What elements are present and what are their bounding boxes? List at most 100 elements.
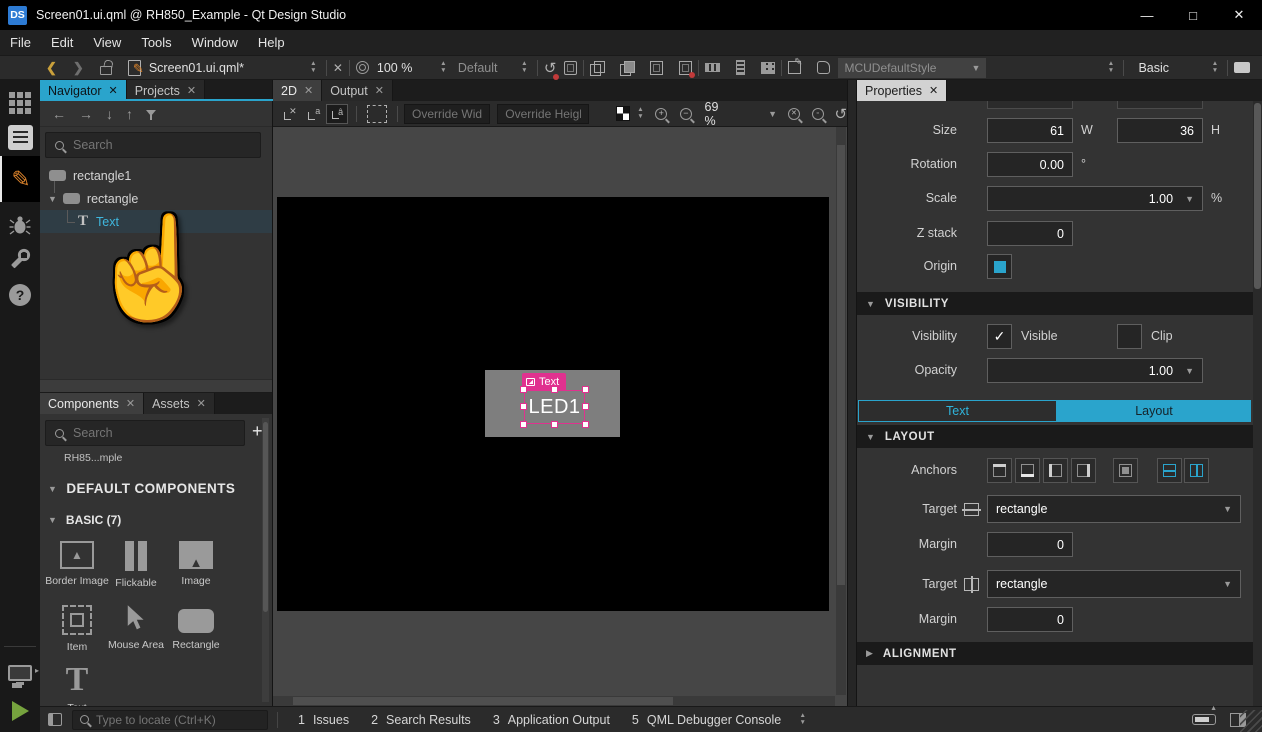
scrollbar-thumb[interactable] xyxy=(263,422,268,612)
mode-design-button-active[interactable]: ✎ xyxy=(0,156,40,202)
menu-file[interactable]: File xyxy=(0,30,41,56)
expander-down-icon[interactable]: ▼ xyxy=(48,194,57,204)
canvas-color-button[interactable] xyxy=(616,106,630,121)
zoom-selection-icon[interactable]: ▫ xyxy=(812,108,824,120)
resize-handle-sw[interactable] xyxy=(520,421,527,428)
tab-assets[interactable]: Assets ✕ xyxy=(144,393,215,414)
canvas-horizontal-scrollbar[interactable] xyxy=(273,696,835,706)
add-module-button[interactable]: + xyxy=(252,421,263,442)
close-tab-icon[interactable]: ✕ xyxy=(109,84,118,97)
style-combo[interactable]: MCUDefaultStyle ▼ xyxy=(838,58,986,78)
components-search[interactable] xyxy=(45,420,245,446)
menu-edit[interactable]: Edit xyxy=(41,30,83,56)
reset-view-icon[interactable]: ↺ xyxy=(834,105,847,123)
zoom-dropdown-caret-icon[interactable]: ▼ xyxy=(768,109,777,119)
anchor-bottom-button[interactable] xyxy=(1015,458,1040,483)
mode-edit-button[interactable] xyxy=(0,120,40,154)
section-default-components[interactable]: ▼ DEFAULT COMPONENTS xyxy=(40,481,272,496)
tab-projects[interactable]: Projects ✕ xyxy=(127,80,205,101)
opacity-field[interactable]: 1.00 ▼ xyxy=(987,358,1203,383)
close-tab-icon[interactable]: ✕ xyxy=(304,84,313,97)
close-tab-icon[interactable]: ✕ xyxy=(375,84,384,97)
visibility-section-header[interactable]: ▼ VISIBILITY xyxy=(857,292,1262,315)
artboard-rectangle1[interactable]: Text LED1 xyxy=(277,197,829,611)
close-tab-icon[interactable]: ✕ xyxy=(126,397,135,410)
tab-properties[interactable]: Properties ✕ xyxy=(857,80,947,101)
mode-help-button[interactable]: ? xyxy=(0,278,40,312)
anchor-right-button[interactable] xyxy=(1071,458,1096,483)
size-height-field[interactable]: 36 xyxy=(1117,118,1203,143)
canvas-zoom-value[interactable]: 69 % xyxy=(705,100,731,128)
resize-handle-w[interactable] xyxy=(520,403,527,410)
component-mouse-area[interactable]: Mouse Area xyxy=(106,605,166,651)
pane-application-output[interactable]: 3 Application Output xyxy=(482,707,621,732)
outline-icon[interactable] xyxy=(650,61,663,75)
override-width-input[interactable] xyxy=(404,104,490,124)
resize-handle-n[interactable] xyxy=(551,386,558,393)
preview-zoom-value[interactable]: 100 % xyxy=(377,61,421,75)
zoom-in-icon[interactable]: + xyxy=(655,108,667,120)
snapping-button-active[interactable]: â xyxy=(326,104,348,124)
scale-field[interactable]: 1.00 ▼ xyxy=(987,186,1203,211)
close-button[interactable]: ✕ xyxy=(1216,0,1262,30)
anchor-vertical-center-button-active[interactable] xyxy=(1157,458,1182,483)
section-basic[interactable]: ▼ BASIC (7) xyxy=(40,513,272,527)
zoom-out-icon[interactable]: − xyxy=(680,108,692,120)
margin2-field[interactable]: 0 xyxy=(987,607,1073,632)
theme-stepper-icon[interactable]: ▲▼ xyxy=(1208,60,1221,76)
mode-debug-button[interactable] xyxy=(0,208,40,242)
resize-handle-ne[interactable] xyxy=(582,386,589,393)
navigator-search[interactable] xyxy=(45,132,261,158)
close-document-icon[interactable]: ✕ xyxy=(333,61,343,75)
tab-navigator[interactable]: Navigator ✕ xyxy=(40,80,127,101)
mode-projects-button[interactable] xyxy=(0,242,40,276)
design-canvas[interactable]: Text LED1 xyxy=(273,127,847,706)
current-document[interactable]: Screen01.ui.qml* xyxy=(149,61,307,75)
edit-document-icon[interactable]: ✎ xyxy=(128,60,141,76)
distribute-horizontal-icon[interactable] xyxy=(705,63,720,72)
tab-components[interactable]: Components ✕ xyxy=(40,393,144,414)
anchor-top-button[interactable] xyxy=(987,458,1012,483)
components-search-input[interactable] xyxy=(73,426,235,440)
panes-stepper-icon[interactable]: ▲▼ xyxy=(796,712,809,728)
subtab-layout-active[interactable]: Layout xyxy=(1057,400,1251,422)
layout-section-header[interactable]: ▼ LAYOUT xyxy=(857,425,1262,448)
component-item[interactable]: Item xyxy=(47,605,107,653)
zoom-all-icon[interactable]: ✕ xyxy=(788,108,800,120)
scrollbar-thumb[interactable] xyxy=(293,697,673,705)
selection-bounds[interactable]: LED1 xyxy=(524,390,585,424)
export-frame-icon[interactable] xyxy=(564,61,577,75)
menu-view[interactable]: View xyxy=(83,30,131,56)
pane-qml-debugger-console[interactable]: 5 QML Debugger Console xyxy=(621,707,792,732)
component-rectangle[interactable]: Rectangle xyxy=(166,605,226,651)
menu-help[interactable]: Help xyxy=(248,30,295,56)
component-border-image[interactable]: Border Image xyxy=(47,541,107,587)
navigator-search-input[interactable] xyxy=(73,138,251,152)
resize-handle-e[interactable] xyxy=(582,403,589,410)
forward-icon[interactable]: ❯ xyxy=(73,60,84,76)
workspace-select[interactable]: Default xyxy=(458,61,510,75)
visible-checkbox-checked[interactable]: ✓ xyxy=(987,324,1012,349)
minimize-button[interactable]: — xyxy=(1124,0,1170,30)
annotation-icon[interactable] xyxy=(788,61,801,74)
pane-issues[interactable]: 1 Issues xyxy=(287,707,360,732)
locator-input[interactable] xyxy=(96,713,260,727)
size-width-field[interactable]: 61 xyxy=(987,118,1073,143)
lock-icon[interactable] xyxy=(100,66,112,75)
component-flickable[interactable]: Flickable xyxy=(106,541,166,589)
target2-select[interactable]: rectangle ▼ xyxy=(987,570,1241,598)
rounded-shape-icon[interactable] xyxy=(817,61,830,74)
move-left-icon[interactable]: ← xyxy=(52,106,66,122)
canvas-vertical-scrollbar[interactable] xyxy=(836,127,846,695)
tab-output[interactable]: Output ✕ xyxy=(322,80,393,101)
pane-search-results[interactable]: 2 Search Results xyxy=(360,707,482,732)
move-right-icon[interactable]: → xyxy=(79,106,93,122)
close-tab-icon[interactable]: ✕ xyxy=(197,397,206,410)
refresh-style-icon[interactable]: ↺ xyxy=(544,59,557,77)
panel-splitter[interactable] xyxy=(40,379,272,393)
delete-outline-icon[interactable] xyxy=(679,61,692,75)
close-tab-icon[interactable]: ✕ xyxy=(187,84,196,97)
clip-checkbox-unchecked[interactable] xyxy=(1117,324,1142,349)
show-bounds-button[interactable] xyxy=(367,105,387,123)
dropdown-caret-icon[interactable]: ▼ xyxy=(1223,579,1232,589)
